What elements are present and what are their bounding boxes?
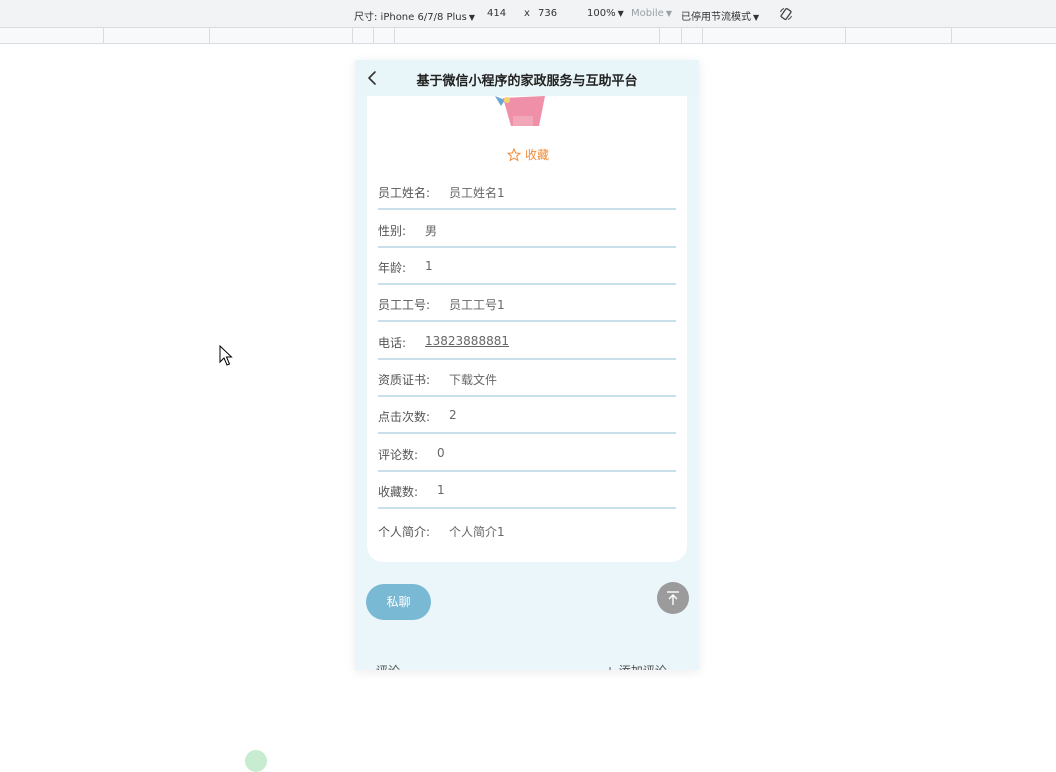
field-value: 2	[449, 408, 457, 422]
zoom-select-label: 100%	[587, 8, 616, 19]
field-row-staff-id: 员工工号: 员工工号1	[378, 284, 676, 322]
dimension-separator: x	[524, 8, 530, 19]
rotate-icon[interactable]	[779, 7, 793, 21]
arrow-up-to-top-icon	[667, 591, 679, 605]
field-row-certificate: 资质证书: 下载文件	[378, 359, 676, 397]
media-query-ruler	[0, 28, 1056, 44]
field-row-comment-count: 评论数: 0	[378, 434, 676, 472]
chevron-down-icon: ▼	[753, 13, 760, 22]
field-value: 员工姓名1	[449, 186, 505, 200]
field-label: 资质证书:	[378, 373, 431, 387]
field-row-intro: 个人简介: 个人简介1	[378, 511, 676, 549]
add-comment-button[interactable]: + 添加评论	[605, 662, 667, 670]
field-row-clicks: 点击次数: 2	[378, 396, 676, 434]
mouse-cursor-icon	[219, 345, 233, 366]
nav-bar: 基于微信小程序的家政服务与互助平台	[355, 60, 699, 96]
staff-photo	[495, 96, 545, 126]
field-label: 员工姓名:	[378, 186, 431, 200]
comments-heading: 评论	[376, 662, 400, 670]
back-to-top-button[interactable]	[657, 582, 689, 614]
field-label: 个人简介:	[378, 525, 431, 539]
device-type-label: Mobile	[631, 8, 664, 19]
field-value: 男	[425, 224, 438, 238]
zoom-select[interactable]: 100% ▼	[587, 8, 624, 19]
favorite-label-text: 收藏	[525, 148, 550, 162]
field-row-fav-count: 收藏数: 1	[378, 471, 676, 509]
width-input[interactable]: 414	[487, 8, 506, 19]
field-row-age: 年龄: 1	[378, 247, 676, 285]
device-select-label: 尺寸: iPhone 6/7/8 Plus	[354, 12, 467, 23]
chevron-down-icon: ▼	[665, 9, 672, 18]
devtools-device-toolbar: 尺寸: iPhone 6/7/8 Plus ▼ 414 x 736 100% ▼ M…	[0, 0, 1056, 28]
field-label: 性别:	[378, 224, 407, 238]
field-label: 电话:	[378, 336, 407, 350]
field-value: 1	[425, 259, 433, 273]
field-label: 年龄:	[378, 261, 407, 275]
field-row-name: 员工姓名: 员工姓名1	[378, 172, 676, 210]
field-row-gender: 性别: 男	[378, 210, 676, 248]
height-input[interactable]: 736	[538, 8, 557, 19]
field-value: 1	[437, 483, 445, 497]
floating-indicator	[245, 750, 267, 772]
field-label: 评论数:	[378, 448, 419, 462]
field-value: 员工工号1	[449, 298, 505, 312]
device-select[interactable]: 尺寸: iPhone 6/7/8 Plus ▼	[354, 8, 475, 23]
throttle-select-label: 已停用节流模式	[681, 12, 751, 23]
field-label: 员工工号:	[378, 298, 431, 312]
throttle-select[interactable]: 已停用节流模式 ▼	[681, 8, 759, 23]
device-type-select[interactable]: Mobile ▼	[631, 8, 672, 19]
favorite-button[interactable]: 收藏	[507, 146, 549, 163]
chevron-down-icon: ▼	[617, 9, 624, 18]
phone-link[interactable]: 13823888881	[425, 334, 509, 348]
download-file-link[interactable]: 下载文件	[449, 371, 497, 388]
private-chat-button[interactable]: 私聊	[366, 584, 431, 620]
field-value: 个人简介1	[449, 525, 505, 539]
star-icon	[507, 147, 521, 161]
page-title: 基于微信小程序的家政服务与互助平台	[416, 74, 638, 89]
mobile-viewport: 基于微信小程序的家政服务与互助平台 收藏 员工姓名: 员工姓名1 性别: 男 年…	[355, 60, 699, 670]
field-label: 点击次数:	[378, 410, 431, 424]
field-row-phone: 电话: 13823888881	[378, 322, 676, 360]
field-value: 0	[437, 446, 445, 460]
staff-detail-card: 收藏 员工姓名: 员工姓名1 性别: 男 年龄: 1 员工工号: 员工工号1 电…	[367, 96, 687, 562]
field-label: 收藏数:	[378, 485, 419, 499]
chevron-down-icon: ▼	[468, 13, 475, 22]
